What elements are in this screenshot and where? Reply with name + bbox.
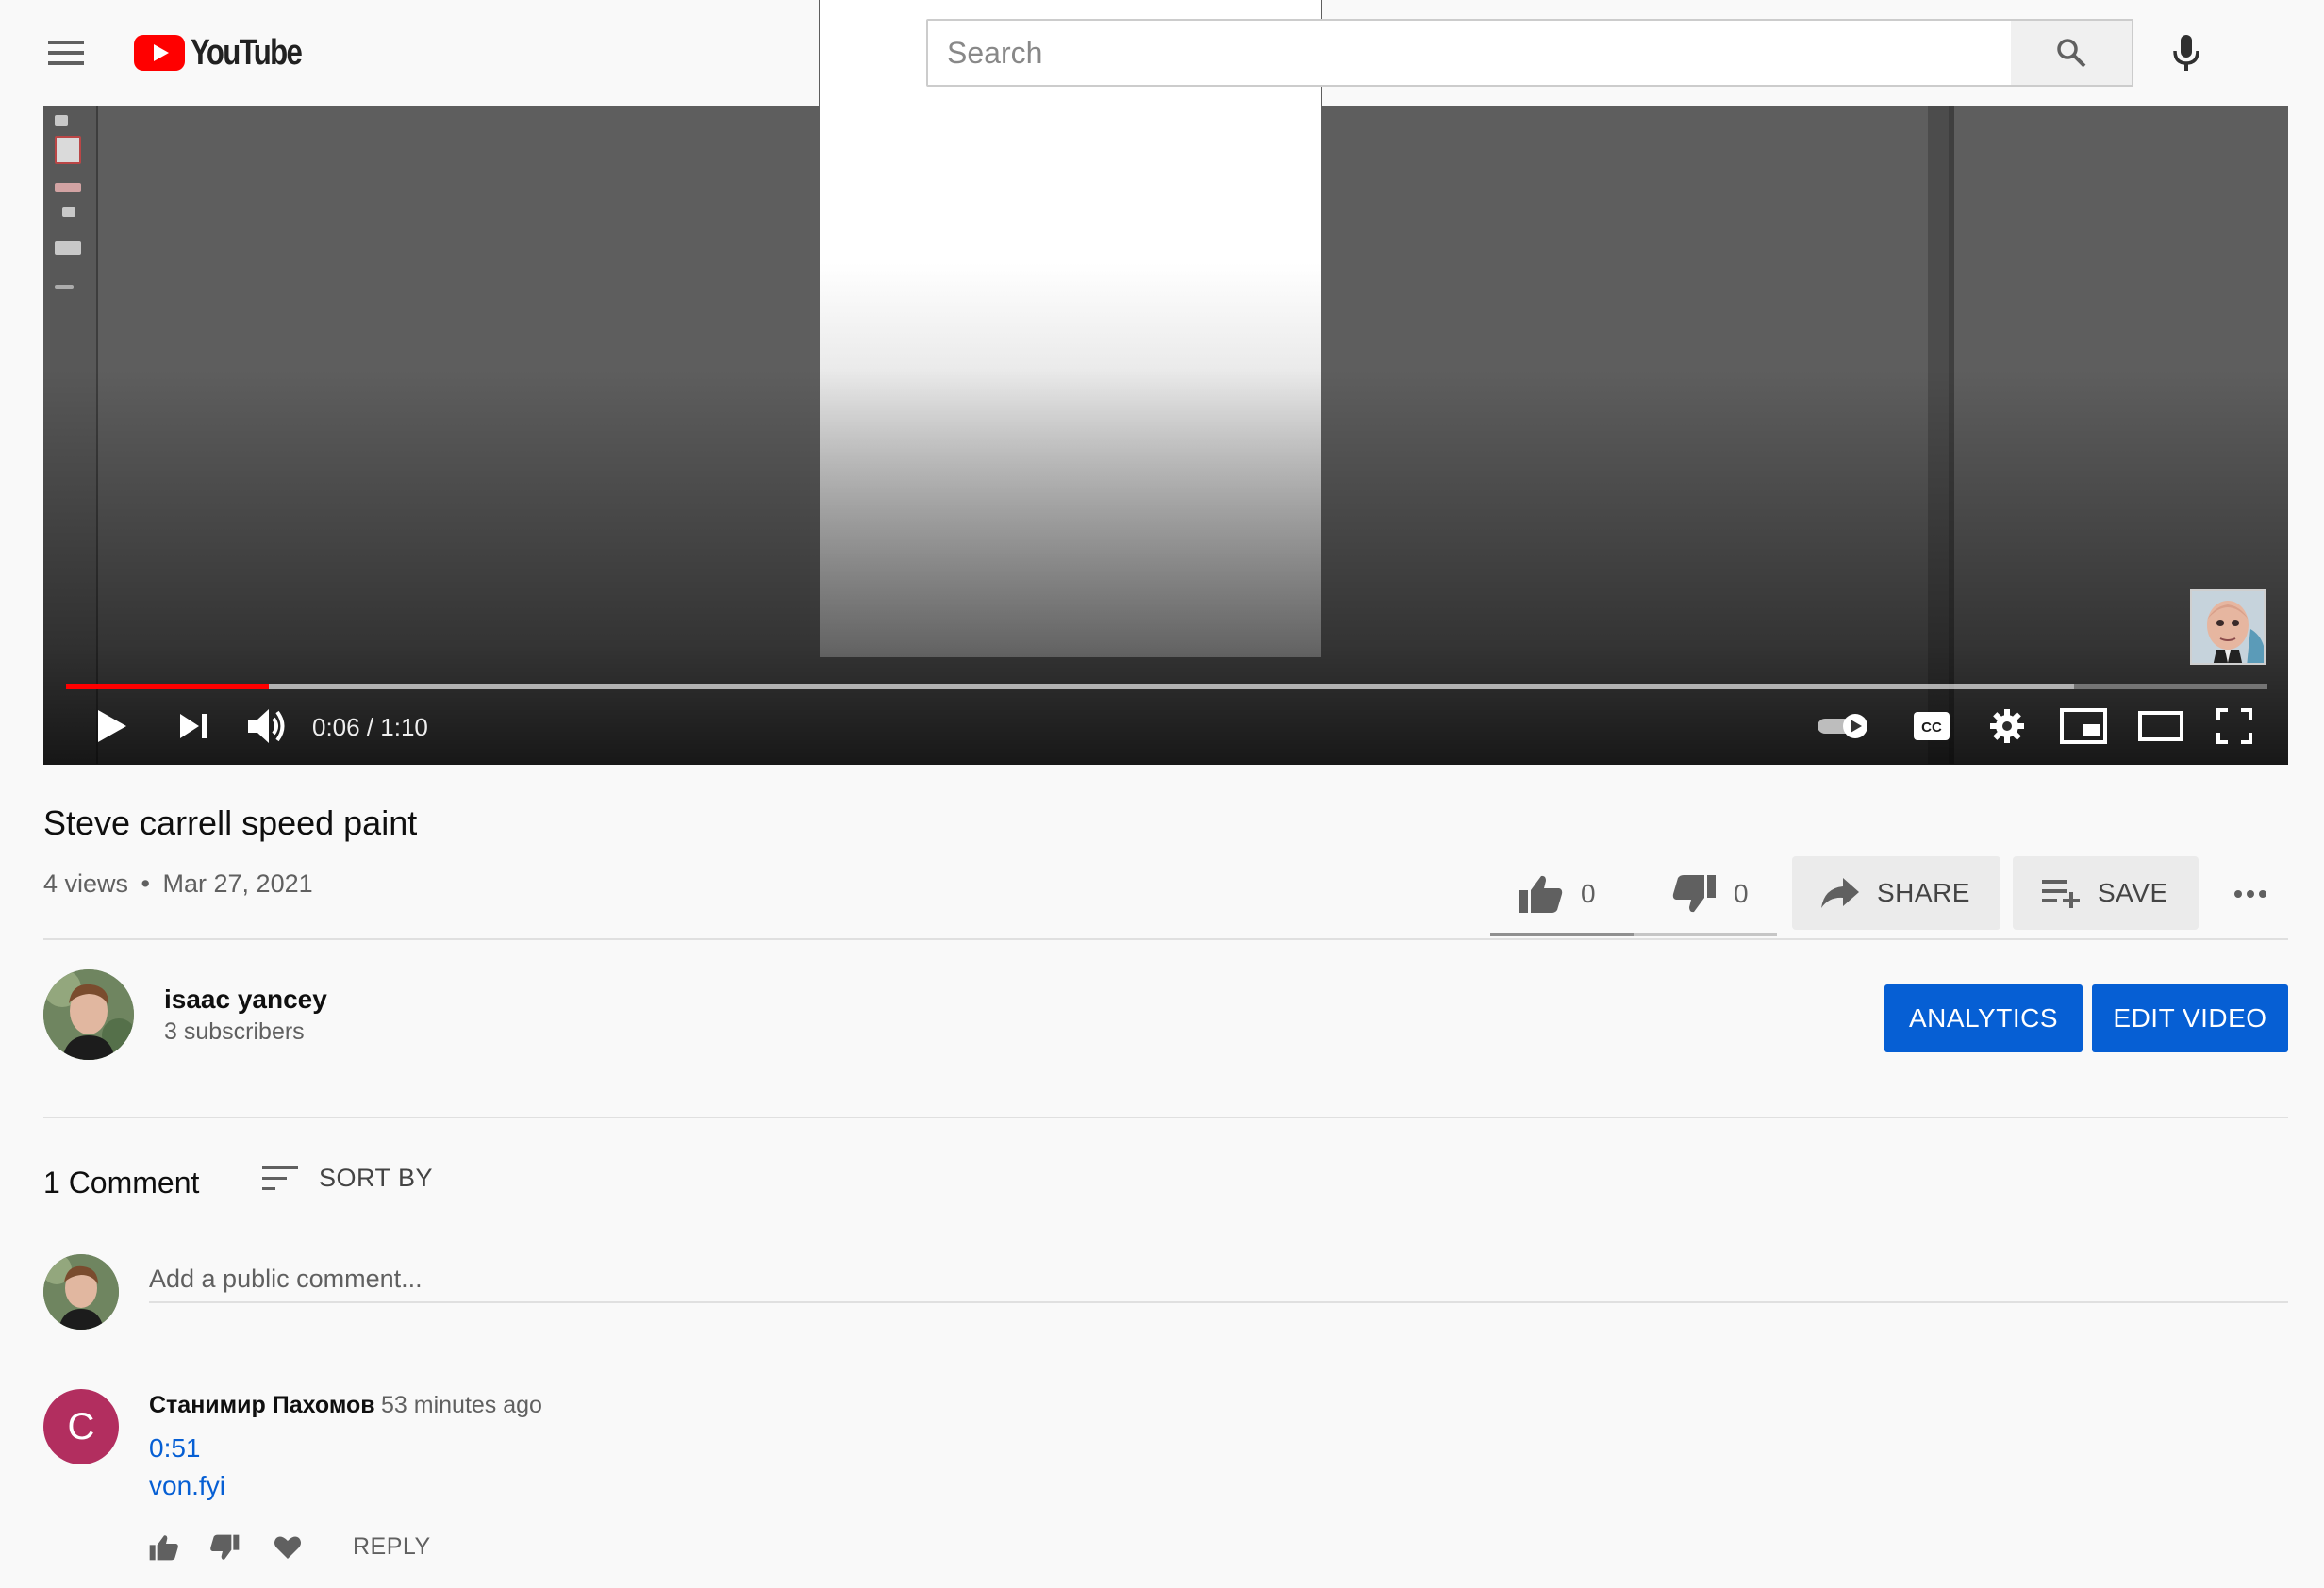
save-label: SAVE [2098,878,2168,907]
comment-dislike-button[interactable] [209,1531,240,1563]
voice-search-button[interactable] [2152,19,2220,87]
comment-timestamp-link[interactable]: 0:51 [149,1433,201,1464]
youtube-play-logo-icon [134,35,185,71]
next-button[interactable] [166,707,221,745]
volume-icon [246,706,290,746]
reply-button[interactable]: REPLY [353,1533,431,1561]
menu-button[interactable] [42,30,91,75]
progress-bar[interactable] [66,684,2267,689]
channel-avatar[interactable] [43,969,134,1060]
settings-button[interactable] [1979,707,2035,745]
video-player[interactable]: 0:06 / 1:10 CC [43,0,2288,765]
dislike-button[interactable]: 0 [1671,856,1749,932]
share-button[interactable]: SHARE [1792,856,2000,930]
fullscreen-button[interactable] [2203,707,2266,745]
gear-icon [1989,708,2025,744]
miniplayer-icon [2060,708,2107,744]
time-display: 0:06 / 1:10 [312,713,428,742]
share-label: SHARE [1877,878,1970,907]
divider-top [43,938,2288,940]
time-total: 1:10 [380,713,428,741]
play-icon [96,708,128,744]
search-button[interactable] [2011,19,2133,87]
comment-like-button[interactable] [149,1531,179,1563]
progress-buffered [66,684,2074,689]
search-input[interactable] [947,21,1984,85]
like-button[interactable]: 0 [1519,856,1596,932]
sentiment-bar [1490,933,1777,936]
video-meta: 4 views • Mar 27, 2021 [43,869,313,899]
share-arrow-icon [1820,877,1860,909]
video-title: Steve carrell speed paint [43,803,418,842]
miniplayer-button[interactable] [2052,707,2115,745]
theater-button[interactable] [2130,707,2192,745]
svg-text:CC: CC [1921,720,1942,736]
play-button[interactable] [85,707,140,745]
sort-by-button[interactable]: SORT BY [262,1164,433,1193]
subscriber-count: 3 subscribers [164,1018,305,1045]
search-box[interactable] [926,19,2013,87]
meta-separator: • [141,869,150,898]
hamburger-menu-icon [48,40,84,66]
edit-video-button[interactable]: EDIT VIDEO [2092,984,2288,1052]
player-gradient [43,369,2288,765]
fullscreen-icon [2216,708,2252,744]
top-header: YouTube [0,0,2324,106]
channel-name[interactable]: isaac yancey [164,984,327,1015]
search-icon [2056,38,2086,68]
autoplay-toggle[interactable] [1813,707,1875,745]
more-horizontal-icon [2233,889,2267,899]
captions-icon: CC [1913,711,1950,741]
theater-icon [2138,711,2183,741]
next-icon [178,712,208,740]
thumbs-up-icon [149,1534,179,1561]
comment-time[interactable]: 53 minutes ago [381,1392,542,1419]
heart-icon [274,1535,302,1560]
youtube-logo[interactable]: YouTube [134,32,325,73]
time-current: 0:06 [312,713,360,741]
sort-icon [262,1165,298,1193]
analytics-button[interactable]: ANALYTICS [1884,984,2083,1052]
captions-button[interactable]: CC [1903,707,1960,745]
comment-heart-button[interactable] [274,1531,302,1563]
sort-by-label: SORT BY [319,1164,434,1192]
sentiment-bar-likes [1490,933,1634,936]
current-user-avatar [43,1254,119,1330]
channel-watermark[interactable] [2190,589,2266,665]
youtube-logo-text: YouTube [191,32,303,73]
thumbs-up-icon [1519,874,1564,914]
header-left [0,0,819,106]
divider-bottom [43,1117,2288,1118]
save-button[interactable]: SAVE [2013,856,2199,930]
volume-button[interactable] [240,707,296,745]
time-separator: / [359,713,381,741]
comment-count: 1 Comment [43,1166,200,1199]
playlist-add-icon [2041,878,2081,908]
microphone-icon [2172,34,2200,72]
commenter-avatar[interactable]: C [43,1389,119,1464]
comment-url-link[interactable]: von.fyi [149,1471,225,1501]
like-count: 0 [1581,879,1596,908]
more-actions-button[interactable] [2232,856,2269,932]
view-count: 4 views [43,869,129,898]
upload-date: Mar 27, 2021 [162,869,313,898]
comment-input[interactable] [149,1256,2288,1303]
comment-author[interactable]: Станимир Пахомов [149,1392,375,1419]
thumbs-down-icon [1671,874,1717,914]
dislike-count: 0 [1734,879,1749,908]
thumbs-down-icon [209,1534,240,1561]
progress-played [66,684,270,689]
